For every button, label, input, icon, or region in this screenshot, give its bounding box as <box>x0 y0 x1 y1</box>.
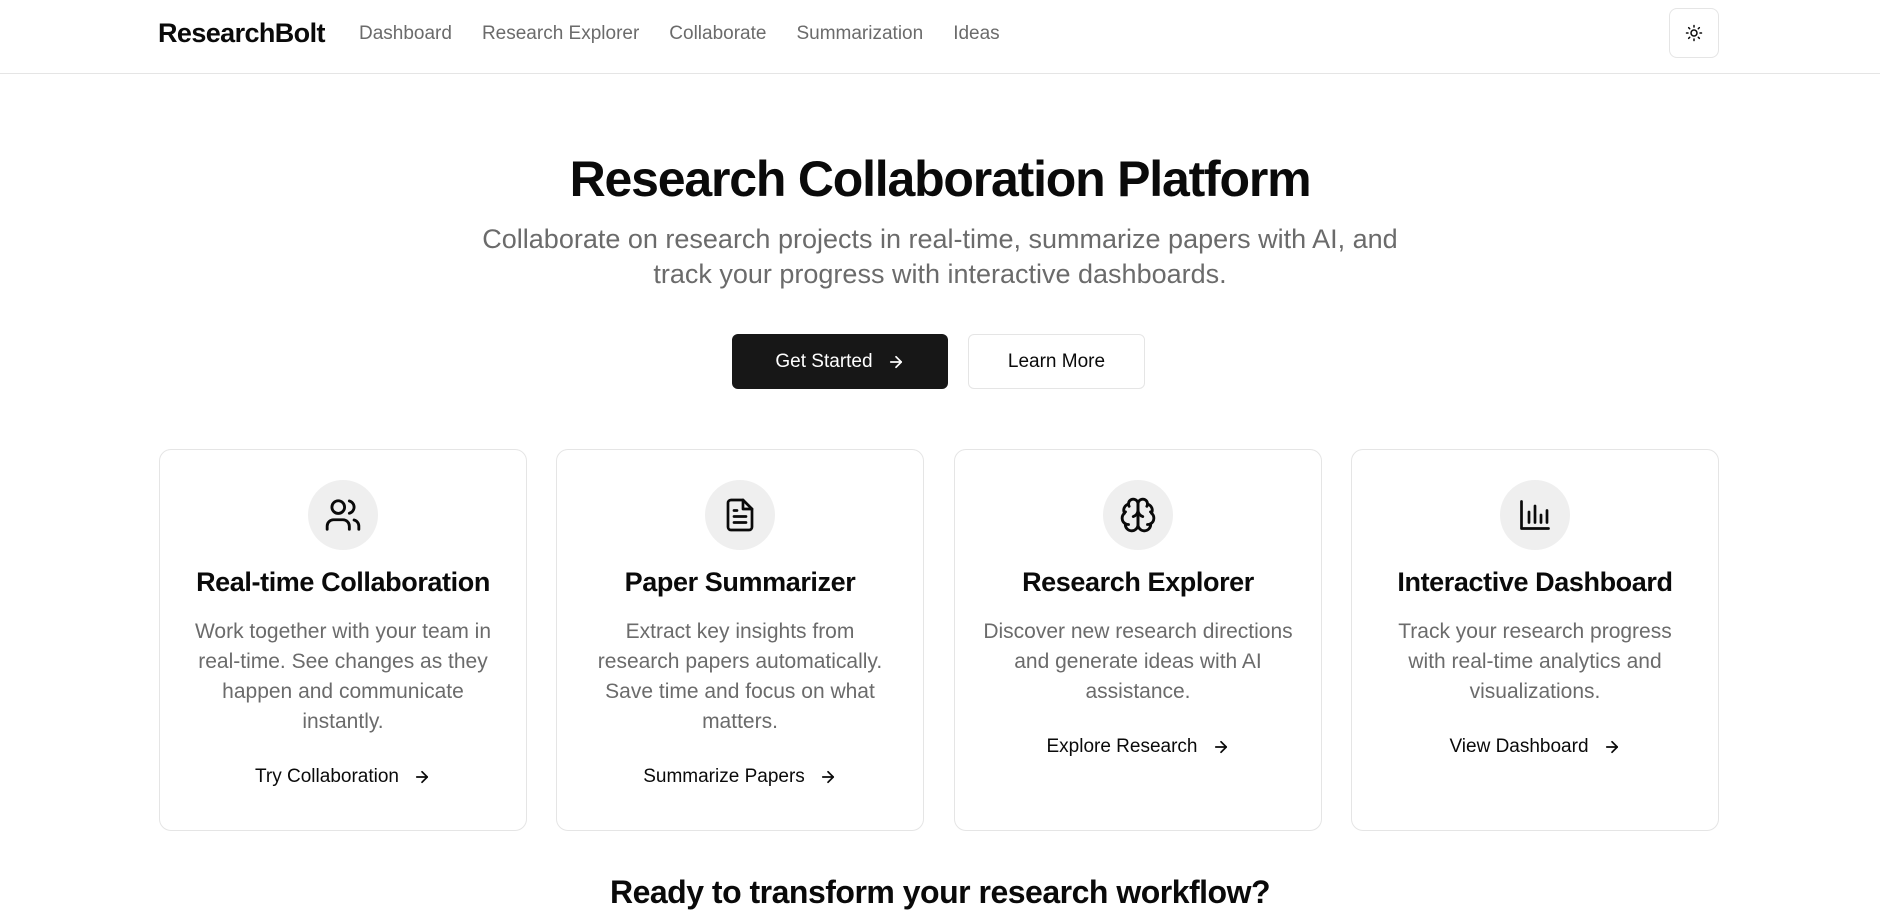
feature-link-label: View Dashboard <box>1449 736 1589 757</box>
feature-card-summarizer: Paper Summarizer Extract key insights fr… <box>556 449 924 831</box>
arrow-right-icon <box>887 353 905 371</box>
get-started-label: Get Started <box>775 350 873 372</box>
get-started-button[interactable]: Get Started <box>732 334 948 389</box>
nav-item-dashboard[interactable]: Dashboard <box>359 22 452 46</box>
arrow-right-icon <box>1603 738 1621 756</box>
feature-title: Research Explorer <box>1022 567 1254 597</box>
try-collaboration-link[interactable]: Try Collaboration <box>160 766 526 788</box>
nav-item-ideas[interactable]: Ideas <box>953 22 999 46</box>
theme-toggle-button[interactable] <box>1669 8 1719 58</box>
feature-title: Real-time Collaboration <box>196 567 490 597</box>
feature-link-label: Try Collaboration <box>255 766 399 787</box>
feature-icon-container <box>1500 480 1570 550</box>
feature-card-collaboration: Real-time Collaboration Work together wi… <box>159 449 527 831</box>
hero-title: Research Collaboration Platform <box>569 151 1312 207</box>
nav-item-research-explorer[interactable]: Research Explorer <box>482 22 639 46</box>
nav-item-collaborate[interactable]: Collaborate <box>669 22 766 46</box>
feature-description: Discover new research directions and gen… <box>983 620 1293 703</box>
document-icon <box>722 497 758 533</box>
sun-icon <box>1685 24 1703 42</box>
main-nav: Dashboard Research Explorer Collaborate … <box>359 22 1030 46</box>
learn-more-button[interactable]: Learn More <box>968 334 1145 389</box>
feature-icon-container <box>1103 480 1173 550</box>
feature-icon-container <box>705 480 775 550</box>
explore-research-link[interactable]: Explore Research <box>955 736 1321 758</box>
feature-description: Work together with your team in real-tim… <box>194 620 492 733</box>
cta-heading: Ready to transform your research workflo… <box>609 874 1271 910</box>
feature-card-dashboard: Interactive Dashboard Track your researc… <box>1351 449 1719 831</box>
feature-description: Extract key insights from research paper… <box>597 620 883 733</box>
arrow-right-icon <box>1212 738 1230 756</box>
feature-link-label: Summarize Papers <box>643 766 805 787</box>
top-navbar: ResearchBolt Dashboard Research Explorer… <box>0 0 1880 74</box>
arrow-right-icon <box>819 768 837 786</box>
feature-link-label: Explore Research <box>1046 736 1198 757</box>
brain-icon <box>1119 496 1157 534</box>
arrow-right-icon <box>413 768 431 786</box>
feature-card-explorer: Research Explorer Discover new research … <box>954 449 1322 831</box>
hero-subtitle: Collaborate on research projects in real… <box>482 224 1398 289</box>
feature-title: Interactive Dashboard <box>1397 567 1673 597</box>
feature-icon-container <box>308 480 378 550</box>
feature-description: Track your research progress with real-t… <box>1398 620 1672 703</box>
summarize-papers-link[interactable]: Summarize Papers <box>557 766 923 788</box>
view-dashboard-link[interactable]: View Dashboard <box>1352 736 1718 758</box>
nav-item-summarization[interactable]: Summarization <box>796 22 923 46</box>
brand-logo[interactable]: ResearchBolt <box>158 18 325 49</box>
feature-title: Paper Summarizer <box>624 567 856 597</box>
users-icon <box>324 496 362 534</box>
bar-chart-icon <box>1517 497 1553 533</box>
